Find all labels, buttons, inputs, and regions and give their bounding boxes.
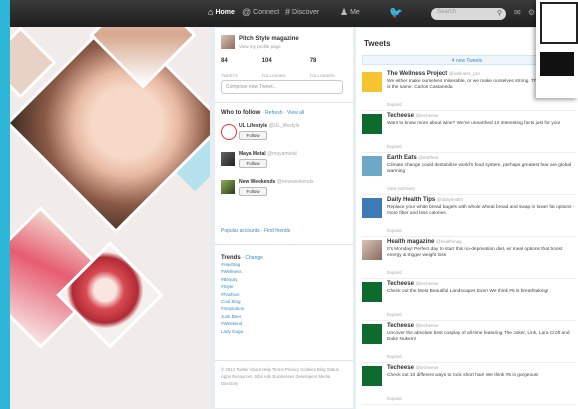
timeline-title: Tweets	[364, 39, 391, 48]
tweet-text: Check out 10 different ways to rock shor…	[387, 373, 539, 378]
tweet-text: Replace your white bread bagels with who…	[387, 205, 575, 216]
person-icon: ♟	[340, 7, 349, 17]
tweet[interactable]: Techeese @techeese Want to know more abo…	[362, 112, 576, 153]
nav-me[interactable]: ♟ Me	[340, 7, 360, 18]
top-navigation-bar: ⌂ Home @ Connect # Discover ♟ Me 🐦 Searc…	[10, 0, 578, 27]
nav-connect[interactable]: @ Connect	[242, 7, 279, 17]
tweet-text: Uncover the absolute best cosplay of all…	[387, 331, 570, 342]
expand-link[interactable]: Expand	[387, 270, 402, 275]
expand-link[interactable]: View summary	[387, 186, 415, 191]
trend-item[interactable]: Lady Gaga	[221, 328, 263, 335]
popular-accounts-link[interactable]: Popular accounts · Find friends	[221, 228, 290, 234]
profile-sidebar: Pitch Style magazine View my profile pag…	[215, 28, 353, 408]
change-trends-link[interactable]: · Change	[242, 255, 263, 261]
suggested-user: UL Lifestyle @UL_lifestyle Follow	[221, 122, 351, 144]
follow-button[interactable]: Follow	[239, 131, 267, 140]
footer-links[interactable]: © 2013 Twitter About Help Terms Privacy …	[221, 366, 347, 387]
hash-icon: #	[285, 7, 291, 17]
avatar[interactable]	[221, 35, 235, 49]
nav-home[interactable]: ⌂ Home	[208, 7, 235, 17]
overlay-screenshot-fragment	[536, 0, 578, 98]
expand-link[interactable]: Expand	[387, 228, 402, 233]
trend-item[interactable]: #Wellness	[221, 268, 263, 275]
trend-item[interactable]: #Weekend	[221, 320, 263, 327]
overlay-dark-panel	[540, 52, 574, 76]
divider	[215, 244, 353, 245]
trend-item[interactable]: Junk Beer	[221, 313, 263, 320]
avatar[interactable]	[221, 152, 235, 166]
nav-discover[interactable]: # Discover	[285, 7, 319, 17]
overlay-frame	[540, 2, 578, 44]
tweet-text: Want to know more about wine? We've unea…	[387, 121, 561, 126]
suggested-user: New Weekends @newweekends Follow	[221, 178, 351, 200]
trends-panel: Trends · Change #Hashtag #Wellness #Beau…	[221, 255, 263, 335]
tweet[interactable]: Techeese @techeese Uncover the absolute …	[362, 322, 576, 363]
tweet-text: It's Monday! Perfect day to start this n…	[387, 247, 563, 258]
home-icon: ⌂	[208, 7, 214, 17]
tweet[interactable]: Daily Health Tips @dailyhealth Replace y…	[362, 196, 576, 237]
tweet[interactable]: Earth Eats @earthea Climate change could…	[362, 154, 576, 195]
tweet-text: Climate change could destabilize world's…	[387, 163, 572, 174]
stat-following[interactable]: 104 FOLLOWING	[262, 58, 286, 82]
suggested-user: Maya Metal @mayametal Follow	[221, 150, 351, 172]
divider	[215, 102, 353, 103]
trend-item[interactable]: Cool Blog	[221, 298, 263, 305]
avatar[interactable]	[362, 282, 382, 302]
tweet[interactable]: Health magazine @healthmag It's Monday! …	[362, 238, 576, 279]
profile-name[interactable]: Pitch Style magazine	[239, 36, 299, 42]
avatar[interactable]	[362, 324, 382, 344]
who-to-follow-links[interactable]: · Refresh · View all	[262, 110, 304, 116]
avatar[interactable]	[362, 114, 382, 134]
expand-link[interactable]: Expand	[387, 354, 402, 359]
background-photo-collage	[10, 27, 210, 409]
divider	[215, 360, 353, 361]
tweet[interactable]: Techeese @techeese Check out the Most Be…	[362, 280, 576, 321]
follow-button[interactable]: Follow	[239, 187, 267, 196]
tweet[interactable]: Techeese @techeese Check out 10 differen…	[362, 364, 576, 405]
search-input[interactable]: Search ⚲	[431, 8, 506, 20]
stat-followers[interactable]: 78 FOLLOWERS	[310, 58, 335, 82]
trend-item[interactable]: #Inspiration	[221, 305, 263, 312]
stat-tweets[interactable]: 84 TWEETS	[221, 58, 238, 82]
gear-icon[interactable]: ⚙	[528, 8, 535, 17]
messages-icon[interactable]: ✉	[514, 8, 521, 17]
trend-item[interactable]: #Style	[221, 283, 263, 290]
avatar[interactable]	[362, 366, 382, 386]
profile-link[interactable]: View my profile page	[239, 44, 281, 49]
tweet-text: Check out the Most Beautiful Landscapes …	[387, 289, 549, 294]
avatar[interactable]	[362, 156, 382, 176]
expand-link[interactable]: Expand	[387, 396, 402, 401]
trend-item[interactable]: #Fashion	[221, 291, 263, 298]
follow-button[interactable]: Follow	[239, 159, 267, 168]
twitter-bird-icon: 🐦	[389, 7, 403, 19]
compose-tweet-input[interactable]: Compose new Tweet...	[221, 80, 343, 94]
browser-screen: ⌂ Home @ Connect # Discover ♟ Me 🐦 Searc…	[10, 0, 578, 409]
profile-stats: 84 TWEETS 104 FOLLOWING 78 FOLLOWERS	[221, 58, 335, 82]
at-icon: @	[242, 7, 252, 17]
trend-item[interactable]: #Beauty	[221, 276, 263, 283]
expand-link[interactable]: Expand	[387, 102, 402, 107]
avatar[interactable]	[221, 180, 235, 194]
trend-item[interactable]: #Hashtag	[221, 261, 263, 268]
avatar[interactable]	[221, 124, 237, 140]
expand-link[interactable]: Expand	[387, 312, 402, 317]
expand-link[interactable]: Expand	[387, 144, 402, 149]
avatar[interactable]	[362, 240, 382, 260]
who-to-follow-heading: Who to follow · Refresh · View all	[221, 110, 305, 116]
search-icon: ⚲	[496, 10, 502, 17]
avatar[interactable]	[362, 198, 382, 218]
avatar[interactable]	[362, 72, 382, 92]
